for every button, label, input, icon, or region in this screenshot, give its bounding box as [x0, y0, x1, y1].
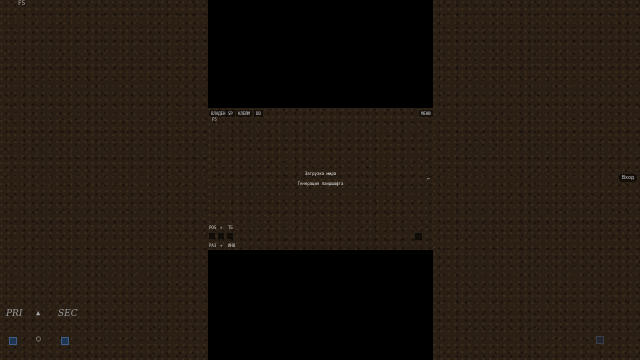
menu-button[interactable]: МЕНЮ [419, 110, 433, 117]
sub-label: F5 [212, 117, 217, 122]
top-button-claim[interactable]: КЛЕЙМ [236, 110, 253, 117]
hotbar-x[interactable]: × [220, 225, 222, 230]
up-arrow-icon[interactable]: ▲ [36, 310, 40, 317]
hotbar-plus[interactable]: + [220, 243, 222, 248]
right-blue-button[interactable] [61, 337, 69, 345]
side-arrow-icon[interactable]: ← [427, 177, 430, 182]
top-button-sp[interactable]: SP [226, 110, 235, 117]
corner-label: F5 [18, 0, 26, 7]
hotbar-inv[interactable]: ИНВ [228, 243, 235, 248]
corner-grey-button[interactable] [596, 336, 604, 344]
hotbar-pos[interactable]: POS [209, 225, 216, 230]
corner-square-button[interactable] [415, 233, 422, 240]
loading-message: Загрузка мира [304, 171, 337, 176]
hotbar-raz[interactable]: РАЗ [209, 243, 216, 248]
right-backdrop [433, 0, 640, 360]
generation-message: Генерация ландшафта [297, 181, 344, 186]
hotbar-slot-1[interactable] [209, 233, 215, 239]
top-button-db[interactable]: DB [254, 110, 263, 117]
hotbar-slot-2[interactable] [218, 233, 224, 239]
secondary-label[interactable]: SEC [58, 309, 78, 319]
primary-label[interactable]: PRI [6, 309, 22, 319]
circle-icon[interactable]: ○ [36, 335, 41, 343]
left-backdrop [0, 0, 208, 360]
right-overlay-label[interactable]: Вход [619, 174, 638, 182]
left-blue-button[interactable] [9, 337, 17, 345]
game-view[interactable]: ВЛАДЕН SP КЛЕЙМ DB МЕНЮ F5 Загрузка мира… [208, 108, 433, 250]
hotbar-tb[interactable]: ТБ [228, 225, 233, 230]
top-button-owner[interactable]: ВЛАДЕН [209, 110, 228, 117]
hotbar-slot-3[interactable] [227, 233, 233, 239]
